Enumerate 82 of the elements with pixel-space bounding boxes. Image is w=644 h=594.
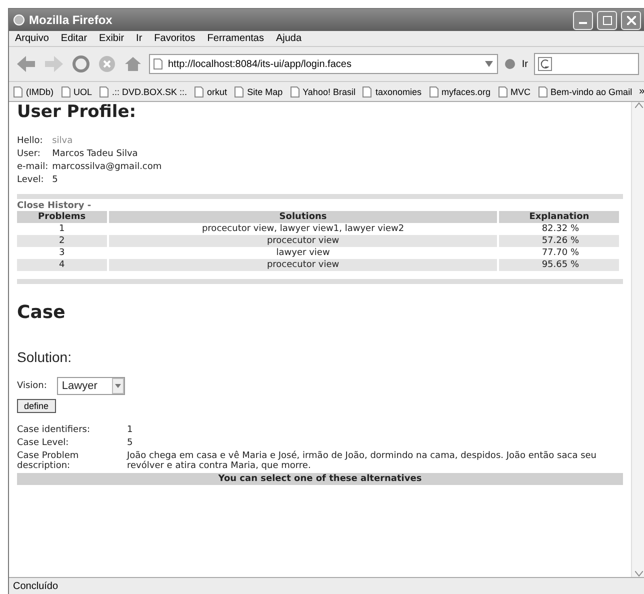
- menu-item[interactable]: Ajuda: [276, 33, 302, 44]
- bookmark-link[interactable]: .:: DVD.BOX.SK ::.: [99, 86, 188, 98]
- scroll-down-icon[interactable]: [634, 571, 642, 577]
- history-title[interactable]: Close History -: [17, 201, 623, 211]
- field-value: João chega em casa e vê Maria e José, irmão de João, dormindo na cama, despidos. João então saca seu revólver e atira contra Maria, que morre.: [127, 451, 598, 471]
- address-field[interactable]: http://localhost:8084/its-ui/app/login.faces: [149, 54, 498, 74]
- column-header: Solutions: [108, 211, 498, 223]
- home-icon[interactable]: [123, 54, 143, 74]
- search-engine-icon: [538, 57, 552, 71]
- scrollbar[interactable]: [631, 102, 644, 577]
- field-value: Marcos Tadeu Silva: [52, 149, 139, 159]
- page-icon: [498, 86, 508, 98]
- profile-heading: User Profile:: [17, 102, 138, 122]
- table-cell: procecutor view: [108, 259, 498, 271]
- bookmark-link[interactable]: myfaces.org: [428, 86, 491, 98]
- bookmark-link[interactable]: Yahoo! Brasil: [290, 86, 356, 98]
- menu-item[interactable]: Ir: [136, 33, 142, 44]
- table-cell: 57.26 %: [499, 235, 619, 247]
- field-value: 5: [52, 175, 59, 185]
- vision-label: Vision:: [17, 381, 47, 391]
- page-icon: [428, 86, 438, 98]
- field-value: 5: [127, 438, 134, 448]
- reload-icon[interactable]: [71, 54, 91, 74]
- page-icon: [153, 58, 163, 70]
- column-header: Explanation: [499, 211, 619, 223]
- menu-item[interactable]: Arquivo: [15, 33, 49, 44]
- stop-icon[interactable]: [97, 54, 117, 74]
- page-icon: [99, 86, 110, 98]
- field-label: Case identifiers:: [17, 425, 91, 435]
- back-arrow-icon[interactable]: [15, 54, 37, 74]
- page-icon: [60, 86, 70, 98]
- table-cell: 4: [17, 259, 107, 271]
- status-text: Concluído: [13, 581, 58, 592]
- case-heading: Case: [17, 302, 66, 323]
- minimize-button[interactable]: [573, 10, 593, 30]
- close-icon: [626, 16, 636, 24]
- go-icon[interactable]: [504, 58, 516, 70]
- menu-item[interactable]: Ferramentas: [207, 33, 264, 44]
- field-value: 1: [127, 425, 134, 435]
- menu-item[interactable]: Exibir: [99, 33, 124, 44]
- bookmark-link[interactable]: Bem-vindo ao Gmail: [538, 86, 632, 98]
- page-icon: [13, 86, 23, 98]
- bookmark-link[interactable]: UOL: [60, 86, 92, 98]
- table-cell: 95.65 %: [499, 259, 619, 271]
- page-icon: [362, 86, 372, 98]
- bookmark-link[interactable]: MVC: [498, 86, 531, 98]
- bookmark-link[interactable]: (IMDb): [13, 86, 54, 98]
- browser-icon: [13, 14, 25, 26]
- page-icon: [234, 86, 244, 98]
- menu-item[interactable]: Editar: [60, 33, 88, 44]
- field-label: Level:: [17, 175, 45, 185]
- field-label: User:: [17, 149, 42, 159]
- dropdown-icon: [112, 378, 124, 394]
- close-button[interactable]: [621, 10, 641, 30]
- window-title: Mozilla Firefox: [29, 13, 114, 27]
- bookmark-link[interactable]: taxonomies: [362, 86, 422, 98]
- bookmark-link[interactable]: Site Map: [234, 86, 283, 98]
- table-cell: procecutor view: [108, 235, 498, 247]
- dropdown-icon[interactable]: [484, 61, 493, 67]
- solution-heading: Solution:: [17, 349, 72, 365]
- table-cell: 2: [17, 235, 107, 247]
- go-link[interactable]: Ir: [522, 58, 528, 70]
- field-value: marcossilva@gmail.com: [52, 162, 163, 172]
- bookmark-link[interactable]: orkut: [194, 86, 228, 98]
- page-icon: [538, 86, 548, 98]
- field-value: silva: [52, 136, 74, 146]
- define-button[interactable]: define: [17, 399, 56, 413]
- field-label: e-mail:: [17, 162, 48, 172]
- scroll-up-icon[interactable]: [634, 102, 642, 108]
- maximize-button[interactable]: [597, 10, 617, 30]
- field-label: Case Level:: [17, 438, 70, 448]
- vision-select[interactable]: Lawyer: [56, 377, 125, 395]
- page-icon: [290, 86, 300, 98]
- field-label: Case Problem description:: [17, 451, 80, 471]
- page-icon: [194, 86, 204, 98]
- search-field[interactable]: [534, 53, 639, 75]
- column-header: Problems: [17, 211, 107, 223]
- alternatives-header: You can select one of these alternatives: [17, 473, 623, 485]
- more-bookmarks-button[interactable]: »: [639, 86, 644, 97]
- maximize-icon: [602, 16, 612, 24]
- menu-item[interactable]: Favoritos: [154, 33, 196, 44]
- field-label: Hello:: [17, 136, 44, 146]
